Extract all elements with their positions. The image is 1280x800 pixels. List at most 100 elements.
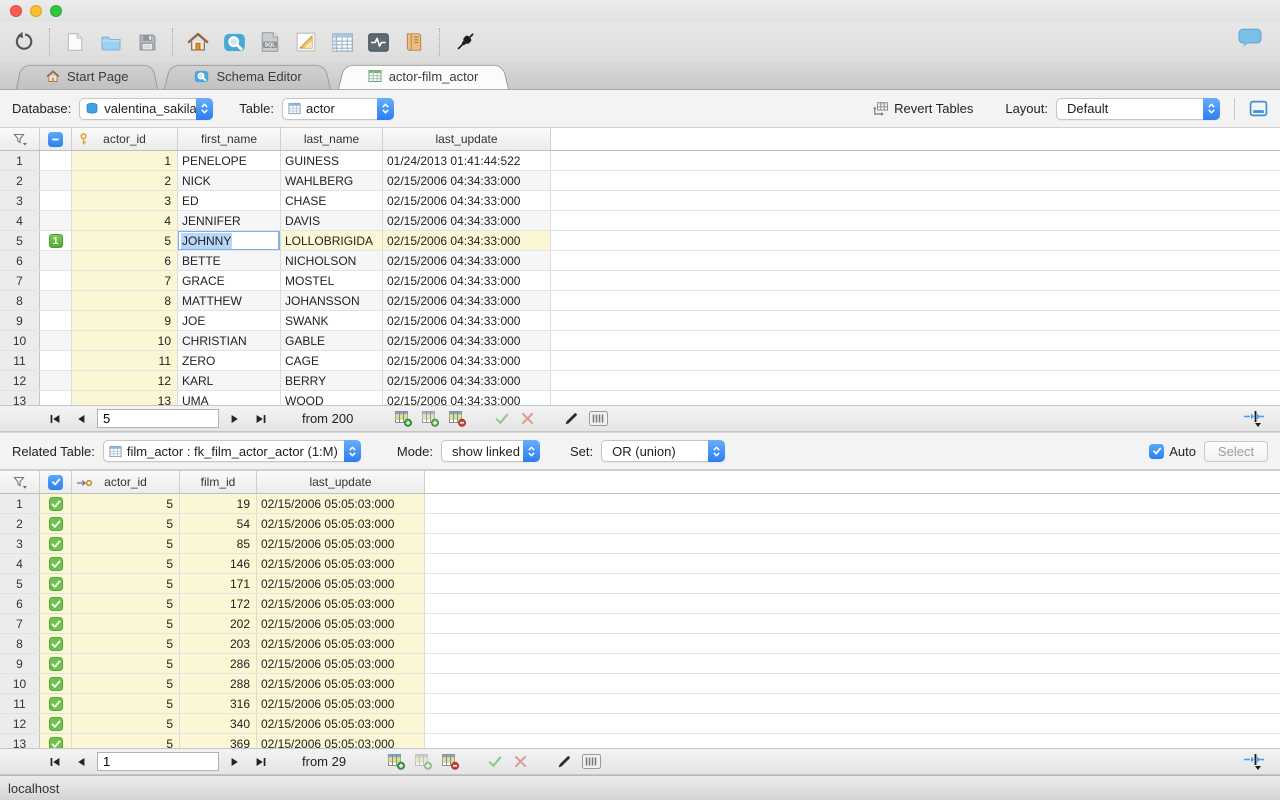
- diagram-button[interactable]: [288, 26, 324, 58]
- edit-record-button[interactable]: [563, 411, 579, 427]
- cell-actor-id[interactable]: 11: [72, 351, 178, 370]
- row-linked-cell[interactable]: [40, 734, 72, 748]
- cell-last-name[interactable]: DAVIS: [281, 211, 383, 230]
- row-number-cell[interactable]: 1: [0, 151, 40, 170]
- table-row[interactable]: 255402/15/2006 05:05:03:000: [0, 514, 1280, 534]
- cell-last-update[interactable]: 02/15/2006 04:34:33:000: [383, 171, 551, 190]
- cell-last-update[interactable]: 02/15/2006 05:05:03:000: [257, 674, 425, 693]
- row-number-cell[interactable]: 9: [0, 311, 40, 330]
- insert-record-button[interactable]: [415, 753, 432, 770]
- column-header-first-name[interactable]: first_name: [178, 128, 281, 150]
- table-row[interactable]: 515JOHNNYLOLLOBRIGIDA02/15/2006 04:34:33…: [0, 231, 1280, 251]
- row-number-cell[interactable]: 2: [0, 171, 40, 190]
- cell-film-id[interactable]: 288: [180, 674, 257, 693]
- table-row[interactable]: 11PENELOPEGUINESS01/24/2013 01:41:44:522: [0, 151, 1280, 171]
- table-data-button[interactable]: [324, 26, 360, 58]
- cell-last-update[interactable]: 02/15/2006 05:05:03:000: [257, 614, 425, 633]
- cell-last-update[interactable]: 02/15/2006 05:05:03:000: [257, 594, 425, 613]
- cell-actor-id[interactable]: 9: [72, 311, 178, 330]
- list-view-button[interactable]: [582, 754, 601, 769]
- table-row[interactable]: 11531602/15/2006 05:05:03:000: [0, 694, 1280, 714]
- next-record-button[interactable]: [222, 752, 248, 772]
- cell-last-update[interactable]: 02/15/2006 05:05:03:000: [257, 494, 425, 513]
- table-row[interactable]: 4514602/15/2006 05:05:03:000: [0, 554, 1280, 574]
- add-record-button[interactable]: [395, 410, 412, 427]
- cell-actor-id[interactable]: 5: [72, 634, 180, 653]
- stepper-icon[interactable]: [344, 440, 361, 462]
- stepper-icon[interactable]: [523, 440, 540, 462]
- cell-film-id[interactable]: 369: [180, 734, 257, 748]
- column-header-actor-id[interactable]: actor_id: [72, 471, 180, 493]
- filter-header-cell[interactable]: [0, 128, 40, 150]
- stepper-icon[interactable]: [1203, 98, 1220, 120]
- cell-actor-id[interactable]: 5: [72, 494, 180, 513]
- row-number-cell[interactable]: 8: [0, 291, 40, 310]
- auto-checkbox[interactable]: Auto: [1149, 444, 1196, 459]
- row-number-cell[interactable]: 1: [0, 494, 40, 513]
- add-record-button[interactable]: [388, 753, 405, 770]
- start-page-button[interactable]: [180, 26, 216, 58]
- cell-last-update[interactable]: 02/15/2006 04:34:33:000: [383, 271, 551, 290]
- row-number-cell[interactable]: 6: [0, 594, 40, 613]
- cell-last-update[interactable]: 02/15/2006 05:05:03:000: [257, 734, 425, 748]
- table-row[interactable]: 1010CHRISTIANGABLE02/15/2006 04:34:33:00…: [0, 331, 1280, 351]
- cell-last-name[interactable]: LOLLOBRIGIDA: [281, 231, 383, 250]
- cell-last-update[interactable]: 02/15/2006 04:34:33:000: [383, 391, 551, 405]
- cell-first-name[interactable]: NICK: [178, 171, 281, 190]
- table-row[interactable]: 44JENNIFERDAVIS02/15/2006 04:34:33:000: [0, 211, 1280, 231]
- cell-last-name[interactable]: CHASE: [281, 191, 383, 210]
- database-select[interactable]: valentina_sakila: [79, 98, 213, 120]
- cell-first-name[interactable]: ZERO: [178, 351, 281, 370]
- cell-actor-id[interactable]: 2: [72, 171, 178, 190]
- cell-last-update[interactable]: 02/15/2006 04:34:33:000: [383, 291, 551, 310]
- cell-last-update[interactable]: 02/15/2006 05:05:03:000: [257, 574, 425, 593]
- zoom-button[interactable]: [50, 5, 62, 17]
- panel-layout-button[interactable]: [1249, 100, 1268, 117]
- cell-first-name[interactable]: BETTE: [178, 251, 281, 270]
- stepper-icon[interactable]: [708, 440, 725, 462]
- table-row[interactable]: 358502/15/2006 05:05:03:000: [0, 534, 1280, 554]
- cell-last-update[interactable]: 02/15/2006 05:05:03:000: [257, 714, 425, 733]
- row-state-cell[interactable]: [40, 331, 72, 350]
- cell-actor-id[interactable]: 7: [72, 271, 178, 290]
- previous-record-button[interactable]: [68, 409, 94, 429]
- table-row[interactable]: 1313UMAWOOD02/15/2006 04:34:33:000: [0, 391, 1280, 405]
- schema-editor-button[interactable]: [216, 26, 252, 58]
- row-number-cell[interactable]: 10: [0, 674, 40, 693]
- row-linked-cell[interactable]: [40, 634, 72, 653]
- table-row[interactable]: 5517102/15/2006 05:05:03:000: [0, 574, 1280, 594]
- table-row[interactable]: 1111ZEROCAGE02/15/2006 04:34:33:000: [0, 351, 1280, 371]
- cell-film-id[interactable]: 172: [180, 594, 257, 613]
- row-number-cell[interactable]: 11: [0, 694, 40, 713]
- row-number-cell[interactable]: 13: [0, 391, 40, 405]
- cell-film-id[interactable]: 203: [180, 634, 257, 653]
- new-document-button[interactable]: [57, 26, 93, 58]
- tab-start-page[interactable]: Start Page: [16, 63, 158, 89]
- cell-film-id[interactable]: 202: [180, 614, 257, 633]
- cell-actor-id[interactable]: 1: [72, 151, 178, 170]
- last-record-button[interactable]: [248, 409, 274, 429]
- cell-last-update[interactable]: 02/15/2006 05:05:03:000: [257, 694, 425, 713]
- row-state-cell[interactable]: [40, 391, 72, 405]
- cell-last-name[interactable]: GUINESS: [281, 151, 383, 170]
- table-row[interactable]: 33EDCHASE02/15/2006 04:34:33:000: [0, 191, 1280, 211]
- select-all-header-cell[interactable]: [40, 128, 72, 150]
- row-number-cell[interactable]: 4: [0, 211, 40, 230]
- cell-last-update[interactable]: 02/15/2006 05:05:03:000: [257, 534, 425, 553]
- splitter-handle[interactable]: [1242, 410, 1266, 428]
- row-state-cell[interactable]: [40, 211, 72, 230]
- row-linked-cell[interactable]: [40, 514, 72, 533]
- cell-last-name[interactable]: JOHANSSON: [281, 291, 383, 310]
- cell-actor-id[interactable]: 8: [72, 291, 178, 310]
- row-linked-cell[interactable]: [40, 554, 72, 573]
- cell-actor-id[interactable]: 5: [72, 554, 180, 573]
- row-number-cell[interactable]: 13: [0, 734, 40, 748]
- row-state-cell[interactable]: [40, 271, 72, 290]
- delete-record-button[interactable]: [442, 753, 459, 770]
- reports-button[interactable]: [396, 26, 432, 58]
- cell-first-name[interactable]: JOE: [178, 311, 281, 330]
- cell-last-name[interactable]: MOSTEL: [281, 271, 383, 290]
- mode-select[interactable]: show linked: [441, 440, 540, 462]
- row-state-cell[interactable]: 1: [40, 231, 72, 250]
- table-row[interactable]: 13536902/15/2006 05:05:03:000: [0, 734, 1280, 748]
